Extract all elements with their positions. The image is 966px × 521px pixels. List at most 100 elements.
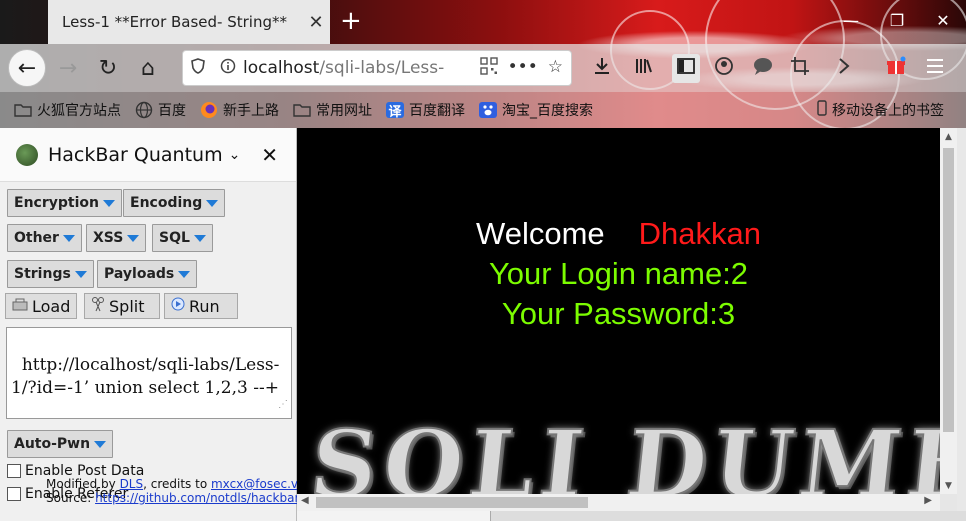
status-segment [490, 511, 966, 521]
hackbar-url-textarea[interactable]: http://localhost/sqli-labs/Less-1/?id=-1… [6, 327, 292, 419]
bookmark-star-icon[interactable]: ☆ [548, 57, 563, 80]
close-window-button[interactable]: ✕ [920, 0, 966, 40]
bookmark-label: 火狐官方站点 [37, 103, 121, 119]
credits-text: Modified by [46, 477, 120, 491]
baidu-icon [479, 102, 497, 118]
bookmark-label: 百度翻译 [409, 103, 465, 119]
welcome-name: Dhakkan [638, 216, 761, 251]
strings-label: Strings [14, 266, 71, 282]
welcome-text: Welcome [476, 216, 605, 251]
autopwn-menu[interactable]: Auto-Pwn [7, 430, 114, 458]
extensions-icon[interactable] [836, 56, 854, 81]
maximize-button[interactable]: ❐ [874, 0, 920, 40]
scrollbar-corner [940, 494, 957, 511]
forward-button[interactable]: → [50, 50, 86, 86]
navigation-toolbar: ← → ↻ ⌂ localhost/sqli-labs/Less- ••• ☆ [0, 44, 966, 92]
execute-button[interactable]: Run [164, 293, 238, 319]
scroll-right-icon[interactable]: ▶ [924, 495, 932, 506]
mobile-bookmarks-label: 移动设备上的书签 [832, 103, 944, 119]
chevron-down-icon[interactable]: ⌄ [229, 147, 241, 163]
hackbar-logo-icon [16, 143, 38, 166]
welcome-line: Welcome Dhakkan [297, 216, 940, 252]
encoding-menu[interactable]: Encoding [123, 189, 226, 217]
tab-active[interactable]: Less-1 **Error Based- String** ✕ [48, 0, 330, 44]
bookmark-label: 常用网址 [316, 103, 372, 119]
globe-icon [135, 101, 153, 119]
page-actions-menu[interactable]: ••• [508, 57, 538, 80]
sidebar-title[interactable]: HackBar Quantum [48, 144, 223, 166]
back-button[interactable]: ← [8, 49, 46, 87]
source-link[interactable]: https://github.com/notdls/hackbar [95, 491, 299, 505]
horizontal-scrollbar[interactable]: ◀ ▶ [297, 494, 940, 511]
load-label: Load [32, 296, 71, 316]
other-label: Other [14, 230, 59, 246]
email-link[interactable]: mxcx@fosec.vn [211, 477, 306, 491]
caret-down-icon [206, 199, 219, 207]
home-button[interactable]: ⌂ [130, 50, 166, 86]
scroll-up-icon[interactable]: ▲ [940, 132, 957, 142]
bookmark-taobao-search[interactable]: 淘宝_百度搜索 [479, 100, 593, 120]
info-icon[interactable] [213, 58, 243, 78]
url-bar[interactable]: localhost/sqli-labs/Less- ••• ☆ [182, 50, 572, 86]
sidebar-icon[interactable] [672, 54, 700, 83]
new-tab-button[interactable]: + [340, 8, 362, 34]
bookmark-getting-started[interactable]: 新手上路 [200, 100, 279, 120]
bookmark-common-sites[interactable]: 常用网址 [293, 100, 372, 120]
url-text[interactable]: localhost/sqli-labs/Less- [243, 58, 480, 78]
encryption-label: Encryption [14, 195, 99, 211]
scroll-left-icon[interactable]: ◀ [301, 495, 309, 506]
caret-down-icon [74, 270, 87, 278]
xss-menu[interactable]: XSS [86, 224, 147, 252]
encryption-menu[interactable]: Encryption [7, 189, 122, 217]
mobile-bookmarks[interactable]: 移动设备上的书签 [817, 100, 944, 120]
bookmarks-toolbar: 火狐官方站点 百度 新手上路 常用网址 译 百度翻译 淘宝_百度搜索 移动设备上… [0, 92, 966, 128]
chat-icon[interactable] [752, 56, 774, 81]
page-content: Welcome Dhakkan Your Login name:2 Your Pa… [297, 128, 940, 494]
mobile-bookmark-icon [817, 100, 827, 120]
run-icon [171, 297, 185, 315]
menu-icon[interactable] [926, 56, 944, 80]
caret-down-icon [127, 234, 140, 242]
tab-title: Less-1 **Error Based- String** [62, 13, 287, 31]
screenshot-icon[interactable] [790, 56, 810, 81]
horizontal-scroll-thumb[interactable] [316, 497, 588, 508]
minimize-button[interactable]: — [828, 0, 874, 40]
run-label: Run [189, 296, 220, 316]
download-icon[interactable] [592, 56, 612, 81]
library-icon[interactable] [634, 56, 654, 81]
gift-icon[interactable] [886, 56, 906, 81]
checkbox-box[interactable] [7, 487, 21, 501]
split-url-button[interactable]: Split [84, 293, 160, 319]
caret-down-icon [193, 234, 206, 242]
sql-menu[interactable]: SQL [152, 224, 213, 252]
bookmark-firefox-official[interactable]: 火狐官方站点 [14, 100, 121, 120]
payloads-label: Payloads [104, 266, 175, 282]
scroll-down-icon[interactable]: ▼ [940, 481, 957, 491]
account-icon[interactable] [714, 56, 734, 81]
qr-code-icon[interactable] [479, 56, 498, 80]
vertical-scrollbar[interactable]: ▲ ▼ [940, 128, 957, 494]
tab-close-icon[interactable]: ✕ [302, 12, 330, 33]
strings-menu[interactable]: Strings [7, 260, 94, 288]
status-strip [297, 511, 966, 521]
caret-down-icon [62, 234, 75, 242]
bookmark-label: 新手上路 [223, 103, 279, 119]
hackbar-credits: Modified by DLS, credits to mxcx@fosec.v… [46, 477, 306, 505]
checkbox-box[interactable] [7, 464, 21, 478]
load-url-button[interactable]: Load [5, 293, 77, 319]
close-sidebar-icon[interactable]: ✕ [261, 143, 278, 167]
bookmark-baidu-translate[interactable]: 译 百度翻译 [386, 100, 465, 120]
bookmark-baidu[interactable]: 百度 [135, 100, 186, 120]
payloads-menu[interactable]: Payloads [97, 260, 198, 288]
vertical-scroll-thumb[interactable] [943, 148, 954, 432]
shield-icon[interactable] [183, 58, 213, 78]
resize-grip-icon[interactable]: ⋰ [278, 393, 288, 416]
translate-icon: 译 [386, 102, 404, 120]
dls-link[interactable]: DLS [120, 477, 144, 491]
window-edge [957, 128, 966, 521]
encoding-label: Encoding [130, 195, 203, 211]
caret-down-icon [94, 440, 107, 448]
bookmark-label: 百度 [158, 103, 186, 119]
other-menu[interactable]: Other [7, 224, 82, 252]
reload-button[interactable]: ↻ [90, 50, 126, 86]
